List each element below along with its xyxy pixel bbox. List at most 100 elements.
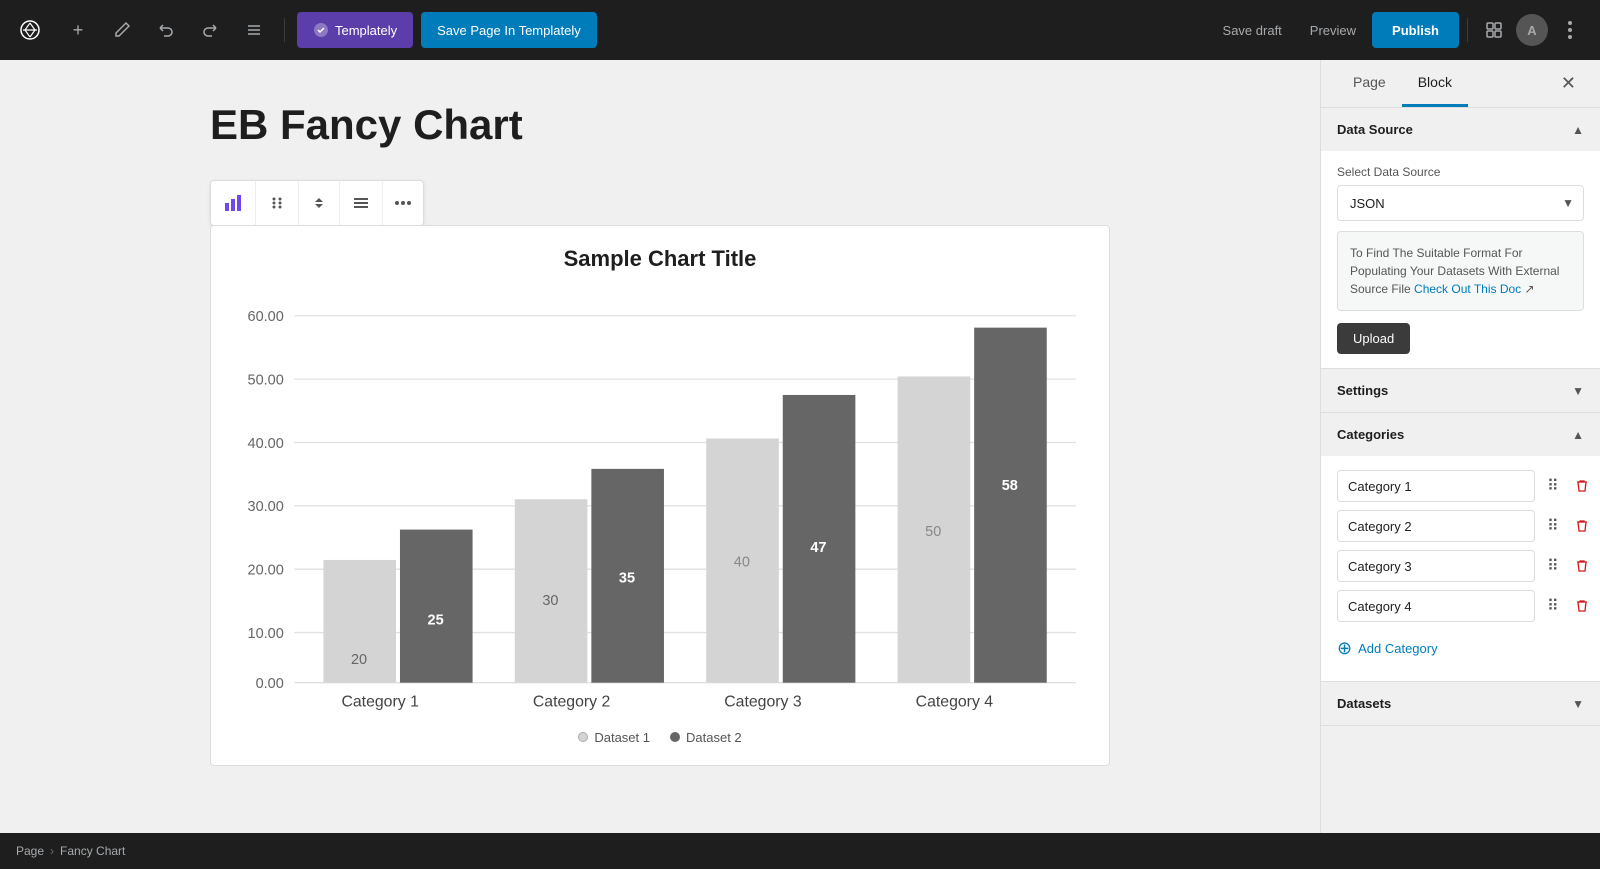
add-category-icon: ⊕ — [1337, 638, 1352, 659]
settings-header[interactable]: Settings ▼ — [1321, 369, 1600, 412]
breadcrumb-separator: › — [50, 844, 54, 858]
undo-button[interactable] — [148, 12, 184, 48]
publish-button[interactable]: Publish — [1372, 12, 1459, 48]
legend-dot-1 — [578, 732, 588, 742]
editor-area: Sample Chart Title 60.00 50.00 40.00 30.… — [0, 60, 1320, 869]
more-block-options[interactable] — [383, 181, 423, 225]
sidebar-close-button[interactable]: ✕ — [1553, 60, 1584, 107]
categories-chevron: ▲ — [1572, 428, 1584, 442]
page-title-input[interactable] — [210, 100, 1110, 150]
chart-wrapper: Sample Chart Title 60.00 50.00 40.00 30.… — [210, 225, 1110, 765]
category-delete-4[interactable] — [1571, 595, 1593, 617]
datasets-header[interactable]: Datasets ▼ — [1321, 682, 1600, 725]
legend-dataset2: Dataset 2 — [670, 730, 742, 745]
data-source-header[interactable]: Data Source ▲ — [1321, 108, 1600, 151]
data-source-section: Data Source ▲ Select Data Source JSON CS… — [1321, 108, 1600, 369]
svg-text:Category 3: Category 3 — [724, 694, 802, 711]
svg-text:58: 58 — [1002, 478, 1018, 494]
chart-title: Sample Chart Title — [231, 246, 1089, 272]
category-input-1[interactable] — [1337, 470, 1535, 502]
chart-icon-button[interactable] — [211, 181, 256, 225]
svg-text:30.00: 30.00 — [248, 500, 284, 516]
tab-page[interactable]: Page — [1337, 60, 1402, 107]
breadcrumb: Page › Fancy Chart — [0, 833, 1600, 869]
svg-text:40.00: 40.00 — [248, 436, 284, 452]
main-toolbar: + Templately Save Page In Temp — [0, 0, 1600, 60]
block-toolbar — [210, 180, 424, 226]
chart-legend: Dataset 1 Dataset 2 — [231, 730, 1089, 745]
data-source-content: Select Data Source JSON CSV REST API ▼ T… — [1321, 151, 1600, 368]
move-updown-button[interactable] — [299, 181, 340, 225]
category-item-3: ⠿ — [1337, 550, 1584, 582]
add-category-button[interactable]: ⊕ Add Category — [1337, 630, 1438, 667]
svg-text:Category 1: Category 1 — [341, 694, 419, 711]
category-move-3[interactable]: ⠿ — [1543, 552, 1563, 580]
category-input-4[interactable] — [1337, 590, 1535, 622]
legend-dataset1: Dataset 1 — [578, 730, 650, 745]
redo-button[interactable] — [192, 12, 228, 48]
category-move-1[interactable]: ⠿ — [1543, 472, 1563, 500]
breadcrumb-current: Fancy Chart — [60, 844, 125, 858]
svg-text:Category 4: Category 4 — [916, 694, 994, 711]
tab-block[interactable]: Block — [1402, 60, 1468, 107]
svg-text:40: 40 — [734, 555, 750, 571]
preview-button[interactable]: Preview — [1298, 15, 1368, 46]
block-container: Sample Chart Title 60.00 50.00 40.00 30.… — [210, 100, 1110, 766]
toolbar-divider-1 — [284, 18, 285, 42]
align-button[interactable] — [340, 181, 383, 225]
edit-button[interactable] — [104, 12, 140, 48]
category-input-2[interactable] — [1337, 510, 1535, 542]
svg-text:20.00: 20.00 — [248, 563, 284, 579]
drag-handle-button[interactable] — [256, 181, 299, 225]
add-block-button[interactable]: + — [60, 12, 96, 48]
svg-text:30: 30 — [542, 593, 558, 609]
user-avatar[interactable]: A — [1516, 14, 1548, 46]
list-view-button[interactable] — [236, 12, 272, 48]
main-area: Sample Chart Title 60.00 50.00 40.00 30.… — [0, 60, 1600, 869]
category-move-2[interactable]: ⠿ — [1543, 512, 1563, 540]
category-delete-2[interactable] — [1571, 515, 1593, 537]
svg-text:35: 35 — [619, 571, 635, 587]
category-item-1: ⠿ — [1337, 470, 1584, 502]
save-draft-button[interactable]: Save draft — [1211, 15, 1294, 46]
select-label: Select Data Source JSON CSV REST API ▼ — [1337, 165, 1584, 221]
svg-text:Category 2: Category 2 — [533, 694, 610, 711]
category-item-2: ⠿ — [1337, 510, 1584, 542]
svg-text:60.00: 60.00 — [248, 309, 284, 325]
categories-section: Categories ▲ ⠿ ⠿ — [1321, 413, 1600, 682]
wp-logo-icon[interactable] — [12, 12, 48, 48]
category-delete-1[interactable] — [1571, 475, 1593, 497]
data-source-chevron: ▲ — [1572, 123, 1584, 137]
categories-header[interactable]: Categories ▲ — [1321, 413, 1600, 456]
info-box: To Find The Suitable Format For Populati… — [1337, 231, 1584, 311]
settings-chevron: ▼ — [1572, 384, 1584, 398]
settings-section: Settings ▼ — [1321, 369, 1600, 413]
toolbar-right: Save draft Preview Publish A — [1211, 12, 1588, 48]
data-source-select[interactable]: JSON CSV REST API — [1337, 185, 1584, 221]
sidebar-tabs: Page Block ✕ — [1321, 60, 1600, 108]
svg-text:47: 47 — [810, 540, 826, 556]
category-move-4[interactable]: ⠿ — [1543, 592, 1563, 620]
svg-text:0.00: 0.00 — [256, 676, 284, 692]
categories-content: ⠿ ⠿ — [1321, 456, 1600, 681]
svg-text:50: 50 — [925, 525, 941, 541]
data-source-select-wrapper: JSON CSV REST API ▼ — [1337, 185, 1584, 221]
templately-button[interactable]: Templately — [297, 12, 413, 48]
right-sidebar: Page Block ✕ Data Source ▲ Select Data S… — [1320, 60, 1600, 869]
chart-svg: 60.00 50.00 40.00 30.00 20.00 10.00 0.00 — [231, 292, 1089, 714]
legend-dot-2 — [670, 732, 680, 742]
category-input-3[interactable] — [1337, 550, 1535, 582]
svg-text:50.00: 50.00 — [248, 373, 284, 389]
save-page-templately-button[interactable]: Save Page In Templately — [421, 12, 597, 48]
more-options-button[interactable] — [1552, 12, 1588, 48]
breadcrumb-page-link[interactable]: Page — [16, 844, 44, 858]
settings-icon[interactable] — [1476, 12, 1512, 48]
svg-text:25: 25 — [428, 613, 444, 629]
toolbar-divider-2 — [1467, 18, 1468, 42]
datasets-chevron: ▼ — [1572, 697, 1584, 711]
svg-text:10.00: 10.00 — [248, 626, 284, 642]
category-delete-3[interactable] — [1571, 555, 1593, 577]
doc-link[interactable]: Check Out This Doc — [1414, 282, 1521, 296]
datasets-section: Datasets ▼ — [1321, 682, 1600, 726]
upload-button[interactable]: Upload — [1337, 323, 1410, 354]
